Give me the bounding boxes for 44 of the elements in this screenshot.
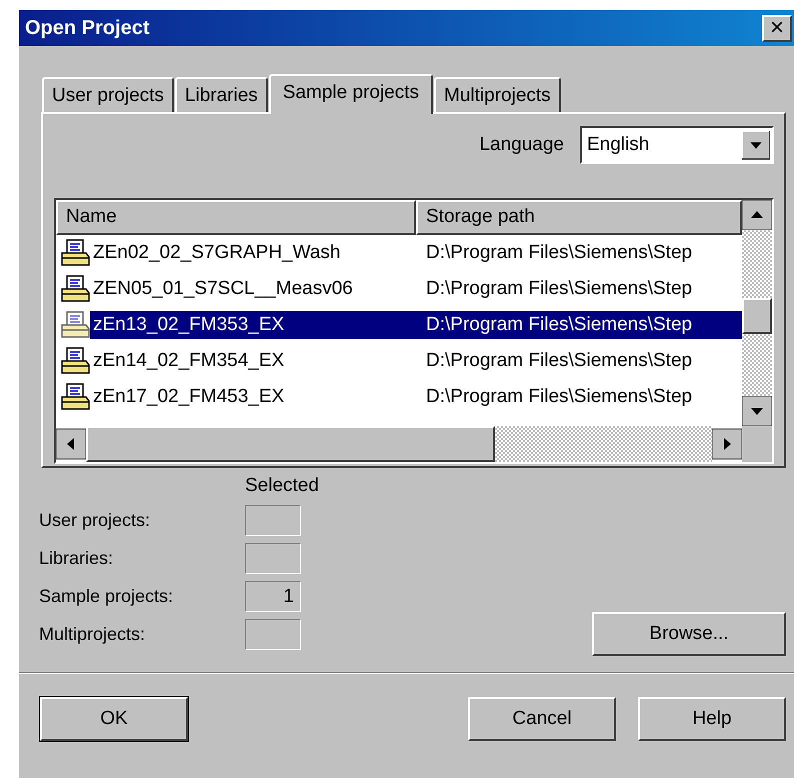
project-icon <box>60 383 90 411</box>
project-name[interactable]: zEn13_02_FM353_EX <box>90 311 416 339</box>
storage-path: D:\Program Files\Siemens\Step <box>425 385 694 409</box>
count-label: Sample projects: <box>39 586 174 607</box>
close-button[interactable]: × <box>762 14 792 42</box>
language-dropdown[interactable]: English <box>580 126 774 164</box>
count-label: Libraries: <box>39 548 114 569</box>
scrollbar-corner <box>742 426 772 462</box>
left-arrow-icon[interactable] <box>56 426 86 462</box>
count-label: User projects: <box>39 510 152 531</box>
ok-button[interactable]: OK <box>40 697 188 741</box>
cancel-button[interactable]: Cancel <box>468 697 616 741</box>
right-arrow-icon[interactable] <box>712 426 742 462</box>
tab[interactable]: Libraries <box>174 77 268 112</box>
storage-path: D:\Program Files\Siemens\Step <box>425 241 694 265</box>
project-icon <box>60 311 90 339</box>
tab[interactable]: User projects <box>42 77 174 112</box>
project-icon <box>60 275 90 303</box>
count-field <box>245 619 301 650</box>
storage-path: D:\Program Files\Siemens\Step <box>416 311 742 339</box>
storage-path: D:\Program Files\Siemens\Step <box>425 349 694 373</box>
project-icon <box>60 347 90 375</box>
count-field <box>245 505 301 536</box>
column-header[interactable]: Name <box>56 200 416 235</box>
selected-heading: Selected <box>245 474 319 498</box>
scroll-thumb[interactable] <box>742 298 772 334</box>
count-field: 1 <box>245 581 301 612</box>
project-name[interactable]: zEn14_02_FM354_EX <box>90 347 416 375</box>
down-arrow-icon[interactable] <box>742 396 772 426</box>
count-label: Multiprojects: <box>39 624 146 645</box>
language-label: Language <box>479 134 564 156</box>
up-arrow-icon[interactable] <box>742 200 772 230</box>
project-name[interactable]: zEn17_02_FM453_EX <box>90 383 416 411</box>
storage-path: D:\Program Files\Siemens\Step <box>425 277 694 301</box>
tab[interactable]: Multiprojects <box>434 77 561 112</box>
project-name[interactable]: ZEN05_01_S7SCL__Measv06 <box>90 275 416 303</box>
tab[interactable]: Sample projects <box>268 74 434 114</box>
window-title: Open Project <box>25 16 150 40</box>
browse-button[interactable]: Browse... <box>592 612 786 656</box>
dropdown-arrow-icon[interactable] <box>742 130 770 160</box>
count-field <box>245 543 301 574</box>
help-button[interactable]: Help <box>638 697 786 741</box>
project-name[interactable]: ZEn02_02_S7GRAPH_Wash <box>90 239 416 267</box>
project-icon <box>60 239 90 267</box>
